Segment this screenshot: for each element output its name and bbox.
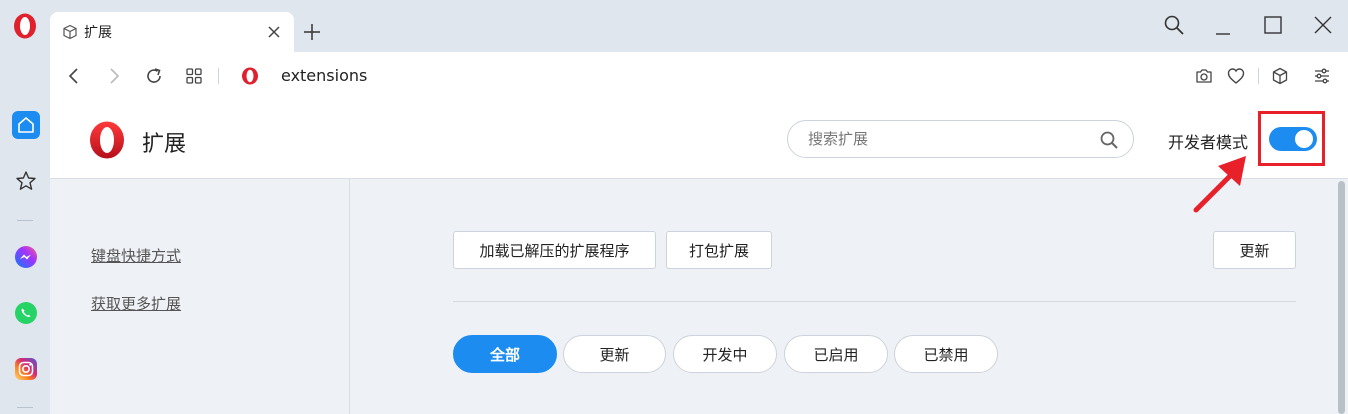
browser-sidebar (0, 52, 50, 414)
back-icon[interactable] (64, 66, 84, 86)
camera-icon[interactable] (1194, 66, 1214, 86)
tab-extensions[interactable]: 扩展 (50, 12, 294, 52)
filter-disabled[interactable]: 已禁用 (894, 335, 998, 373)
page-header: 扩展 开发者模式 (50, 100, 1348, 179)
tab-title: 扩展 (84, 25, 112, 41)
minimize-icon[interactable] (1212, 14, 1234, 36)
grid-icon[interactable] (184, 66, 204, 86)
highlight-box (1258, 111, 1325, 166)
update-button[interactable]: 更新 (1213, 231, 1296, 269)
scroll-thumb[interactable] (1338, 181, 1345, 414)
star-icon[interactable] (12, 167, 40, 195)
plus-icon[interactable] (302, 22, 322, 42)
search-icon[interactable] (1099, 130, 1119, 150)
search-input[interactable] (808, 129, 1088, 149)
sidebar-divider (17, 407, 33, 408)
filter-all[interactable]: 全部 (453, 335, 557, 373)
window-close-icon[interactable] (1312, 14, 1334, 36)
maximize-icon[interactable] (1262, 14, 1284, 36)
annotation-arrow-icon (1193, 156, 1246, 213)
cube-icon (63, 24, 77, 40)
url-text[interactable]: extensions (281, 66, 367, 85)
get-more-extensions-link[interactable]: 获取更多扩展 (91, 293, 181, 314)
developer-mode-label: 开发者模式 (1168, 133, 1249, 152)
page-title: 扩展 (142, 132, 187, 157)
search-icon[interactable] (1163, 14, 1185, 36)
close-icon[interactable] (266, 24, 282, 40)
instagram-icon[interactable] (12, 355, 40, 383)
whatsapp-icon[interactable] (12, 299, 40, 327)
scrollbar[interactable] (1335, 179, 1348, 414)
opera-logo-icon (90, 121, 124, 159)
forward-icon[interactable] (104, 66, 124, 86)
reload-icon[interactable] (144, 66, 164, 86)
settings-sliders-icon[interactable] (1312, 66, 1332, 86)
title-bar: 扩展 (0, 0, 1348, 52)
opera-menu-icon[interactable] (12, 12, 38, 40)
search-extensions[interactable] (787, 120, 1134, 158)
box-icon[interactable] (1270, 66, 1290, 86)
address-divider (218, 68, 219, 84)
home-icon[interactable] (12, 111, 40, 139)
address-bar: extensions (50, 52, 1348, 100)
left-navigation: 键盘快捷方式 获取更多扩展 (50, 179, 350, 414)
load-unpacked-button[interactable]: 加载已解压的扩展程序 (453, 231, 656, 269)
sidebar-divider (17, 220, 33, 221)
pack-extension-button[interactable]: 打包扩展 (666, 231, 772, 269)
heart-icon[interactable] (1226, 66, 1246, 86)
section-divider (453, 301, 1296, 302)
extensions-page: 扩展 开发者模式 键盘快捷方式 获取更多扩展 加载已解压的扩展程序 打包扩展 更… (50, 100, 1348, 414)
filter-enabled[interactable]: 已启用 (784, 335, 888, 373)
opera-logo-icon (242, 67, 258, 85)
filter-updates[interactable]: 更新 (563, 335, 666, 373)
address-divider (1258, 68, 1259, 84)
messenger-icon[interactable] (12, 243, 40, 271)
filter-developing[interactable]: 开发中 (673, 335, 777, 373)
keyboard-shortcuts-link[interactable]: 键盘快捷方式 (91, 245, 181, 266)
